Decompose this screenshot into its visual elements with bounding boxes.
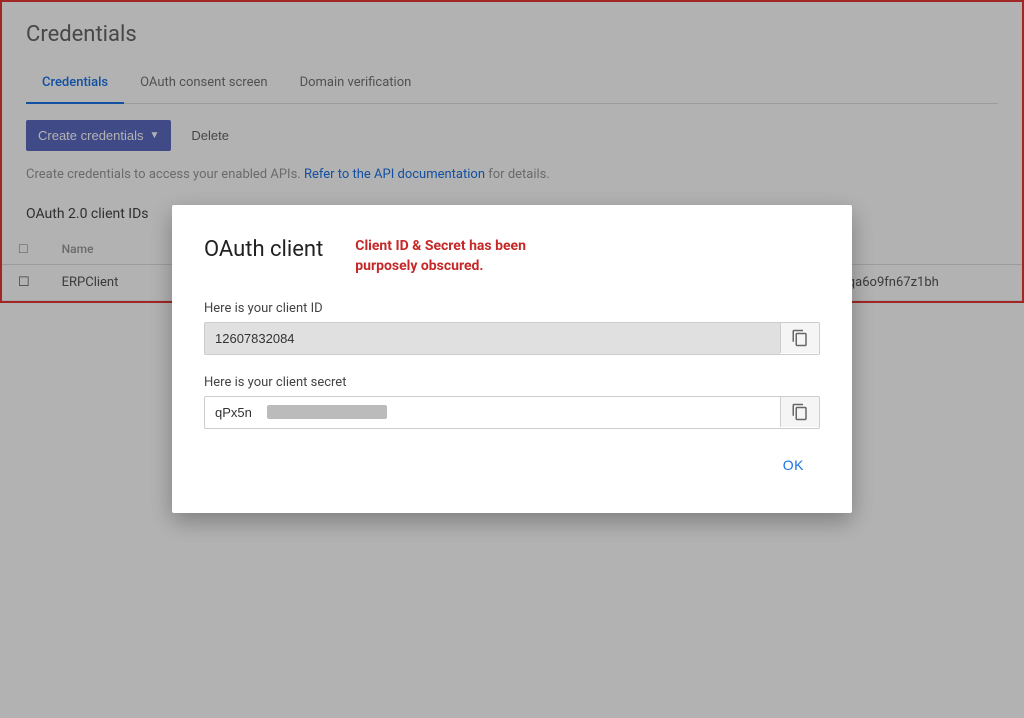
- modal-overlay: OAuth client Client ID & Secret has been…: [0, 0, 1024, 718]
- ok-button[interactable]: OK: [767, 449, 820, 481]
- client-id-field-row: [204, 322, 820, 355]
- dialog-header: OAuth client Client ID & Secret has been…: [204, 237, 820, 276]
- copy-icon: [791, 329, 809, 347]
- obscured-secret: [267, 405, 387, 419]
- client-secret-label: Here is your client secret: [204, 375, 820, 390]
- copy-client-secret-button[interactable]: [780, 397, 819, 427]
- dialog-footer: OK: [204, 449, 820, 481]
- client-id-input[interactable]: [205, 323, 780, 354]
- client-secret-group: Here is your client secret: [204, 375, 820, 429]
- client-id-group: Here is your client ID: [204, 301, 820, 355]
- client-id-label: Here is your client ID: [204, 301, 820, 316]
- client-secret-input[interactable]: [205, 397, 265, 428]
- dialog-warning-text: Client ID & Secret has beenpurposely obs…: [355, 237, 526, 276]
- oauth-client-dialog: OAuth client Client ID & Secret has been…: [172, 205, 852, 512]
- copy-icon: [791, 403, 809, 421]
- dialog-title: OAuth client: [204, 237, 323, 262]
- copy-client-id-button[interactable]: [780, 323, 819, 353]
- client-secret-field-row: [204, 396, 820, 429]
